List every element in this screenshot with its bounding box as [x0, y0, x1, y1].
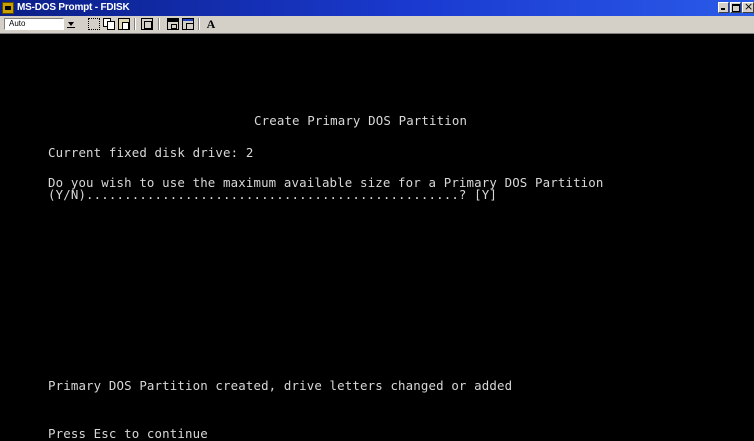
status-message: Primary DOS Partition created, drive let…	[48, 378, 513, 393]
screen-heading: Create Primary DOS Partition	[254, 113, 468, 128]
properties-icon[interactable]	[167, 18, 179, 30]
toolbar-separator	[134, 18, 136, 30]
current-drive-text: Current fixed disk drive: 2	[48, 145, 254, 160]
continue-hint: Press Esc to continue	[48, 426, 208, 441]
toolbar: Auto A	[0, 16, 754, 34]
console-screen[interactable]: Create Primary DOS Partition Current fix…	[0, 34, 754, 440]
minimize-button[interactable]	[718, 2, 729, 13]
fullscreen-icon[interactable]	[141, 18, 153, 30]
close-button[interactable]	[742, 0, 754, 13]
font-size-select[interactable]: Auto	[4, 18, 64, 30]
title-bar[interactable]: MS-DOS Prompt - FDISK	[0, 0, 754, 16]
toolbar-separator	[198, 18, 200, 30]
font-icon[interactable]: A	[205, 18, 217, 30]
toolbar-separator	[158, 18, 160, 30]
maximize-button[interactable]	[730, 2, 741, 13]
prompt-line-2: (Y/N)...................................…	[48, 187, 497, 202]
background-icon[interactable]	[182, 18, 194, 30]
copy-icon[interactable]	[103, 18, 115, 30]
paste-icon[interactable]	[118, 18, 130, 30]
mark-icon[interactable]	[88, 18, 100, 30]
window-title: MS-DOS Prompt - FDISK	[17, 2, 130, 13]
msdos-app-icon[interactable]	[2, 2, 14, 14]
font-size-value: Auto	[9, 19, 26, 28]
chevron-down-icon[interactable]	[66, 19, 76, 29]
